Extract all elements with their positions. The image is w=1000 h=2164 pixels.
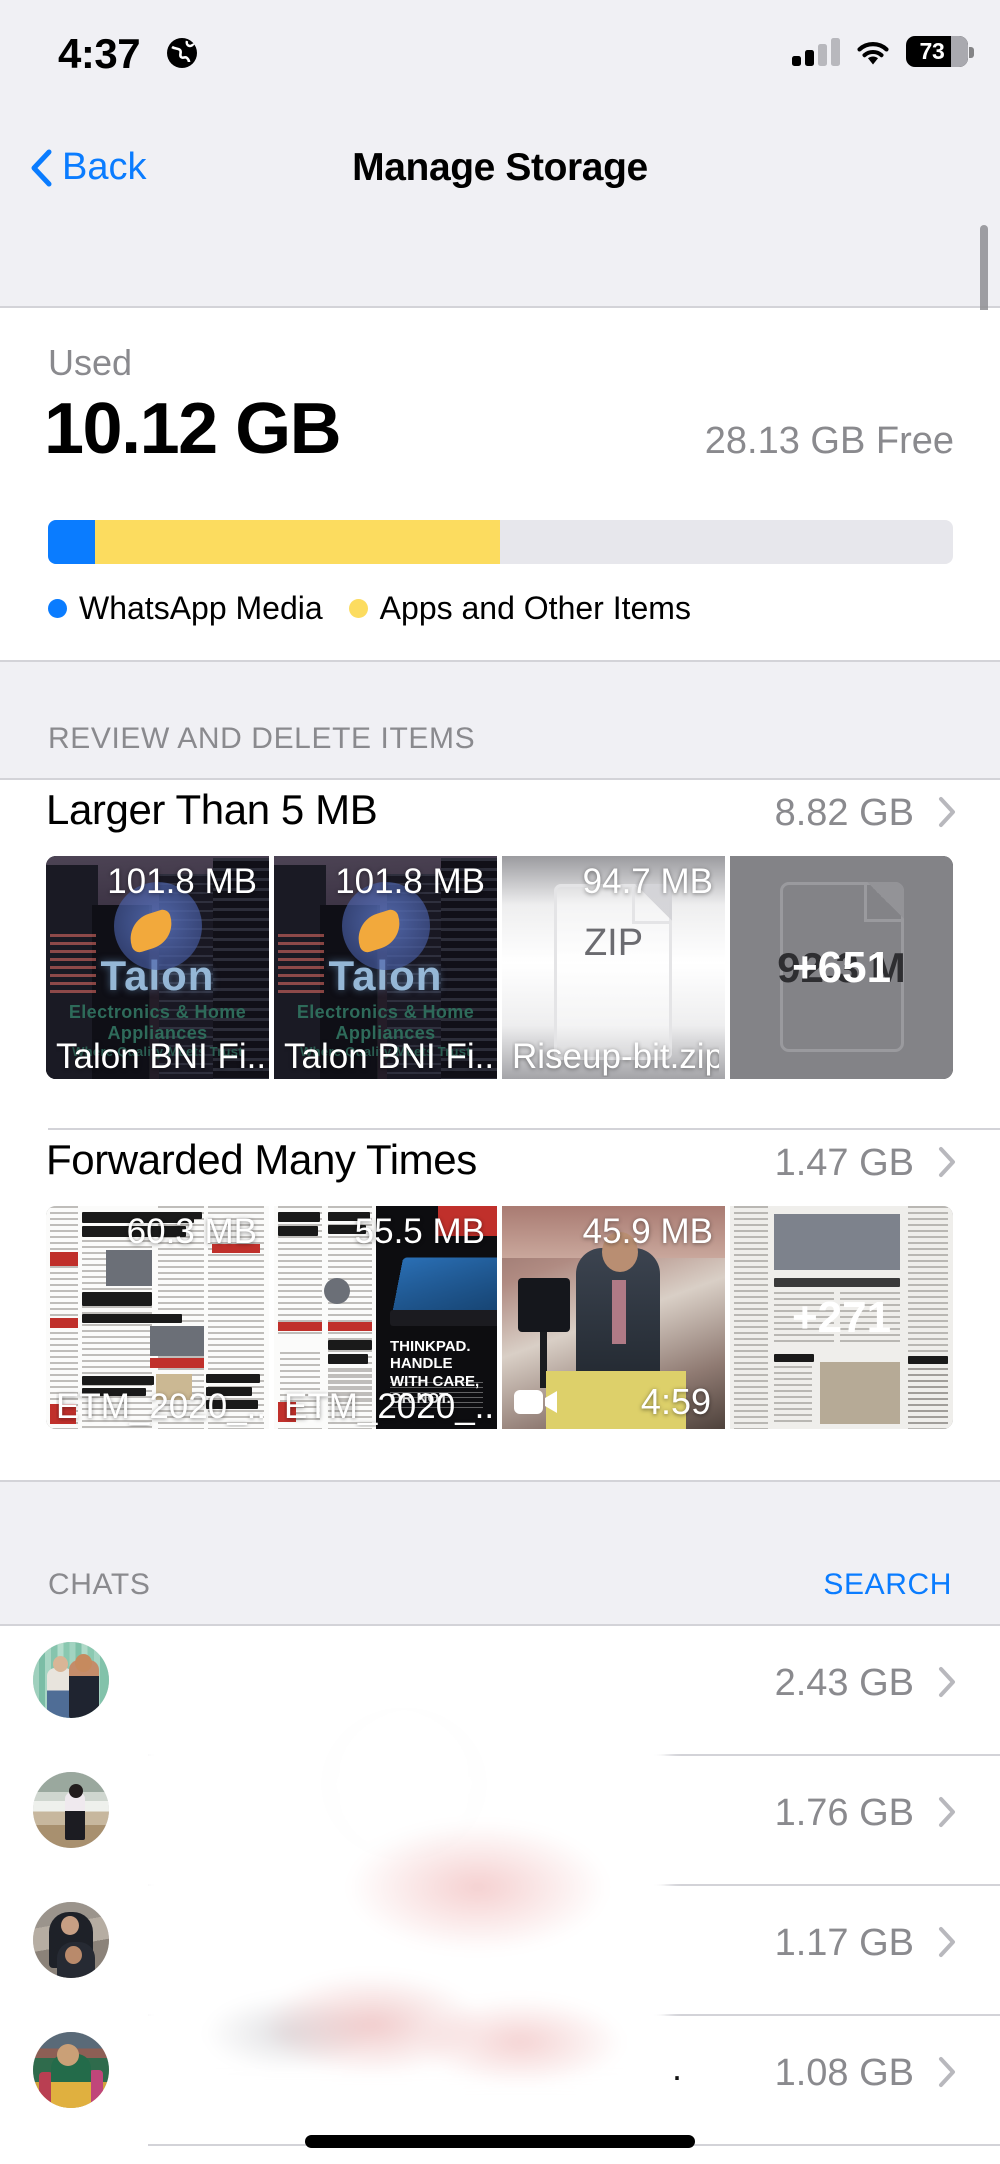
avatar	[33, 1902, 109, 1978]
chevron-right-icon	[939, 1147, 955, 1177]
thumbnail-zip-file[interactable]: ZIP 94.7 MB Riseup-bit.zip	[502, 856, 725, 1079]
used-label: Used	[48, 342, 133, 383]
nav-divider	[0, 306, 1000, 308]
thumbnail-size: 101.8 MB	[107, 862, 257, 901]
wifi-icon	[857, 41, 889, 64]
navigation-bar: Back Manage Storage	[0, 108, 1000, 308]
review-row-title: Forwarded Many Times	[46, 1136, 477, 1183]
thumbnail-duration: 4:59	[640, 1381, 711, 1422]
legend-label-apps: Apps and Other Items	[379, 590, 691, 626]
page-title: Manage Storage	[352, 146, 648, 189]
chevron-right-icon	[939, 1667, 955, 1697]
thumbnail-filename: Talon BNI Fi...	[284, 1037, 491, 1076]
home-indicator[interactable]	[305, 2135, 695, 2148]
used-value: 10.12 GB	[44, 389, 342, 469]
thumbnail-more-count: +271	[791, 1292, 892, 1342]
chat-row-1[interactable]: 2.43 GB	[0, 1626, 1000, 1756]
legend-dot-apps	[348, 599, 368, 618]
chevron-right-icon	[939, 1927, 955, 1957]
manage-storage-screen: 4:37 73 Back Manage Storage Used 10.12 G…	[0, 0, 1000, 2164]
avatar	[33, 1772, 109, 1848]
review-row-larger-than-5mb[interactable]: Larger Than 5 MB 8.82 GB Talon Electroni…	[0, 780, 1000, 1130]
chevron-right-icon	[939, 1797, 955, 1827]
chat-size: 2.43 GB	[774, 1662, 914, 1704]
chevron-right-icon	[939, 797, 955, 827]
scrollbar[interactable]	[980, 225, 988, 315]
thumbnail-more-count-271[interactable]: +271	[730, 1206, 953, 1429]
thumbnail-size: 45.9 MB	[582, 1212, 713, 1251]
thumbnail-video[interactable]: 45.9 MB 4:59	[502, 1206, 725, 1429]
thumbnail-more-count-651[interactable]: 92.3 M +651	[730, 856, 953, 1079]
thumbnail-talon-2[interactable]: Talon Electronics & Home Appliances Wher…	[274, 856, 497, 1079]
battery-percent: 73	[919, 38, 945, 64]
cellular-signal-icon	[792, 37, 840, 66]
legend-item-apps: Apps and Other Items	[348, 590, 691, 627]
thumbnail-newspaper-1[interactable]: 60.3 MB ETM_2020_...	[46, 1206, 269, 1429]
thumbnail-size: 94.7 MB	[582, 862, 713, 901]
legend-item-media: WhatsApp Media	[48, 590, 323, 627]
review-section-header: REVIEW AND DELETE ITEMS	[0, 660, 1000, 780]
chats-section-header: CHATS SEARCH	[0, 1480, 1000, 1626]
zip-label: ZIP	[583, 922, 644, 964]
avatar	[33, 2032, 109, 2108]
storage-legend: WhatsApp Media Apps and Other Items	[48, 590, 691, 627]
thumbnail-filename: ETM_2020_...	[284, 1387, 491, 1426]
storage-segment-media	[48, 520, 96, 564]
free-space-value: 28.13 GB Free	[704, 420, 954, 462]
legend-label-media: WhatsApp Media	[79, 590, 323, 626]
chat-row-2[interactable]: 1.76 GB	[0, 1756, 1000, 1886]
review-row-title: Larger Than 5 MB	[46, 786, 378, 833]
legend-dot-media	[48, 599, 67, 618]
video-camera-icon	[514, 1390, 557, 1414]
thumbnail-filename: Talon BNI Fi...	[56, 1037, 263, 1076]
thumbnail-size: 60.3 MB	[126, 1212, 257, 1251]
chats-section-header-label: CHATS	[48, 1568, 151, 1601]
chat-size: 1.08 GB	[774, 2052, 914, 2094]
thumbnail-strip-larger-than-5mb: Talon Electronics & Home Appliances Wher…	[46, 856, 953, 1079]
battery-icon: 73	[906, 36, 974, 67]
chat-size: 1.17 GB	[774, 1922, 914, 1964]
review-row-size: 1.47 GB	[774, 1142, 914, 1184]
status-bar-indicators: 73	[792, 36, 974, 67]
status-time: 4:37	[58, 30, 141, 77]
thumbnail-newspaper-2[interactable]: THINKPAD.HANDLE WITH CARE,OR NOT.	[274, 1206, 497, 1429]
review-section-header-label: REVIEW AND DELETE ITEMS	[48, 722, 476, 755]
chat-row-4[interactable]: 1.08 GB	[0, 2016, 1000, 2146]
thumbnail-filename: ETM_2020_...	[56, 1387, 263, 1426]
thumbnail-talon-1[interactable]: Talon Electronics & Home Appliances Wher…	[46, 856, 269, 1079]
thumbnail-size: 55.5 MB	[354, 1212, 485, 1251]
storage-summary: Used 10.12 GB 28.13 GB Free WhatsApp Med…	[0, 310, 1000, 660]
search-button[interactable]: SEARCH	[823, 1568, 952, 1602]
thumbnail-filename: Riseup-bit.zip	[512, 1037, 719, 1076]
chevron-right-icon	[939, 2057, 955, 2087]
chat-size: 1.76 GB	[774, 1792, 914, 1834]
thumbnail-more-count: +651	[791, 942, 892, 992]
chat-row-3[interactable]: 1.17 GB	[0, 1886, 1000, 2016]
thumbnail-strip-forwarded-many-times: 60.3 MB ETM_2020_... THINKPAD. HANDLE WIT…	[46, 1206, 953, 1429]
storage-segment-apps	[95, 520, 501, 564]
thumbnail-size: 101.8 MB	[335, 862, 485, 901]
globe-icon	[167, 38, 197, 68]
avatar	[33, 1642, 109, 1718]
review-row-forwarded-many-times[interactable]: Forwarded Many Times 1.47 GB 60.3 MB ETM…	[0, 1130, 1000, 1480]
review-row-size: 8.82 GB	[774, 792, 914, 834]
status-bar: 4:37 73	[0, 0, 1000, 108]
storage-usage-bar	[48, 520, 953, 564]
chat-name-fragment: .	[672, 2047, 683, 2088]
